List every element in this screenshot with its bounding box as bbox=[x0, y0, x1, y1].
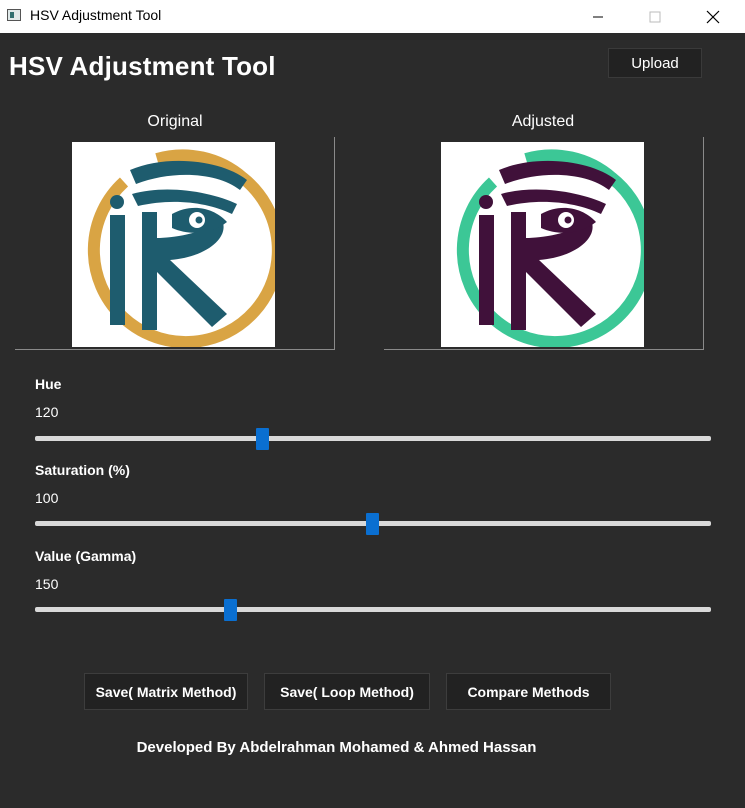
maximize-icon bbox=[649, 11, 661, 22]
saturation-slider-thumb[interactable] bbox=[365, 513, 379, 535]
close-icon bbox=[706, 10, 720, 23]
value-value: 150 bbox=[35, 576, 59, 592]
developer-credit: Developed By Abdelrahman Mohamed & Ahmed… bbox=[136, 739, 537, 756]
compare-methods-button[interactable]: Compare Methods bbox=[446, 673, 611, 710]
adjusted-image bbox=[441, 142, 644, 347]
upload-button[interactable]: Upload bbox=[608, 48, 702, 78]
app-icon bbox=[7, 9, 21, 21]
saturation-label: Saturation (%) bbox=[35, 462, 130, 478]
window-titlebar: HSV Adjustment Tool bbox=[0, 0, 745, 33]
hue-slider-thumb[interactable] bbox=[255, 428, 269, 450]
window-title: HSV Adjustment Tool bbox=[30, 7, 162, 23]
saturation-value: 100 bbox=[35, 490, 59, 506]
maximize-button[interactable] bbox=[632, 0, 678, 33]
adjusted-label: Adjusted bbox=[511, 113, 575, 130]
original-image bbox=[72, 142, 275, 347]
save-loop-button[interactable]: Save( Loop Method) bbox=[264, 673, 430, 710]
minimize-icon bbox=[593, 16, 603, 17]
minimize-button[interactable] bbox=[575, 0, 621, 33]
value-slider-track[interactable] bbox=[35, 607, 711, 612]
value-slider-thumb[interactable] bbox=[223, 599, 237, 621]
original-label: Original bbox=[147, 113, 203, 130]
hue-slider-track[interactable] bbox=[35, 436, 711, 441]
hue-label: Hue bbox=[35, 376, 62, 392]
save-matrix-button[interactable]: Save( Matrix Method) bbox=[84, 673, 248, 710]
hue-value: 120 bbox=[35, 404, 59, 420]
adjusted-logo-image bbox=[456, 149, 644, 347]
page-title: HSV Adjustment Tool bbox=[9, 51, 276, 81]
value-label: Value (Gamma) bbox=[35, 548, 137, 564]
app-body: HSV Adjustment Tool Upload Original Adju… bbox=[0, 33, 745, 808]
original-logo-image bbox=[87, 149, 275, 347]
close-button[interactable] bbox=[690, 0, 736, 33]
